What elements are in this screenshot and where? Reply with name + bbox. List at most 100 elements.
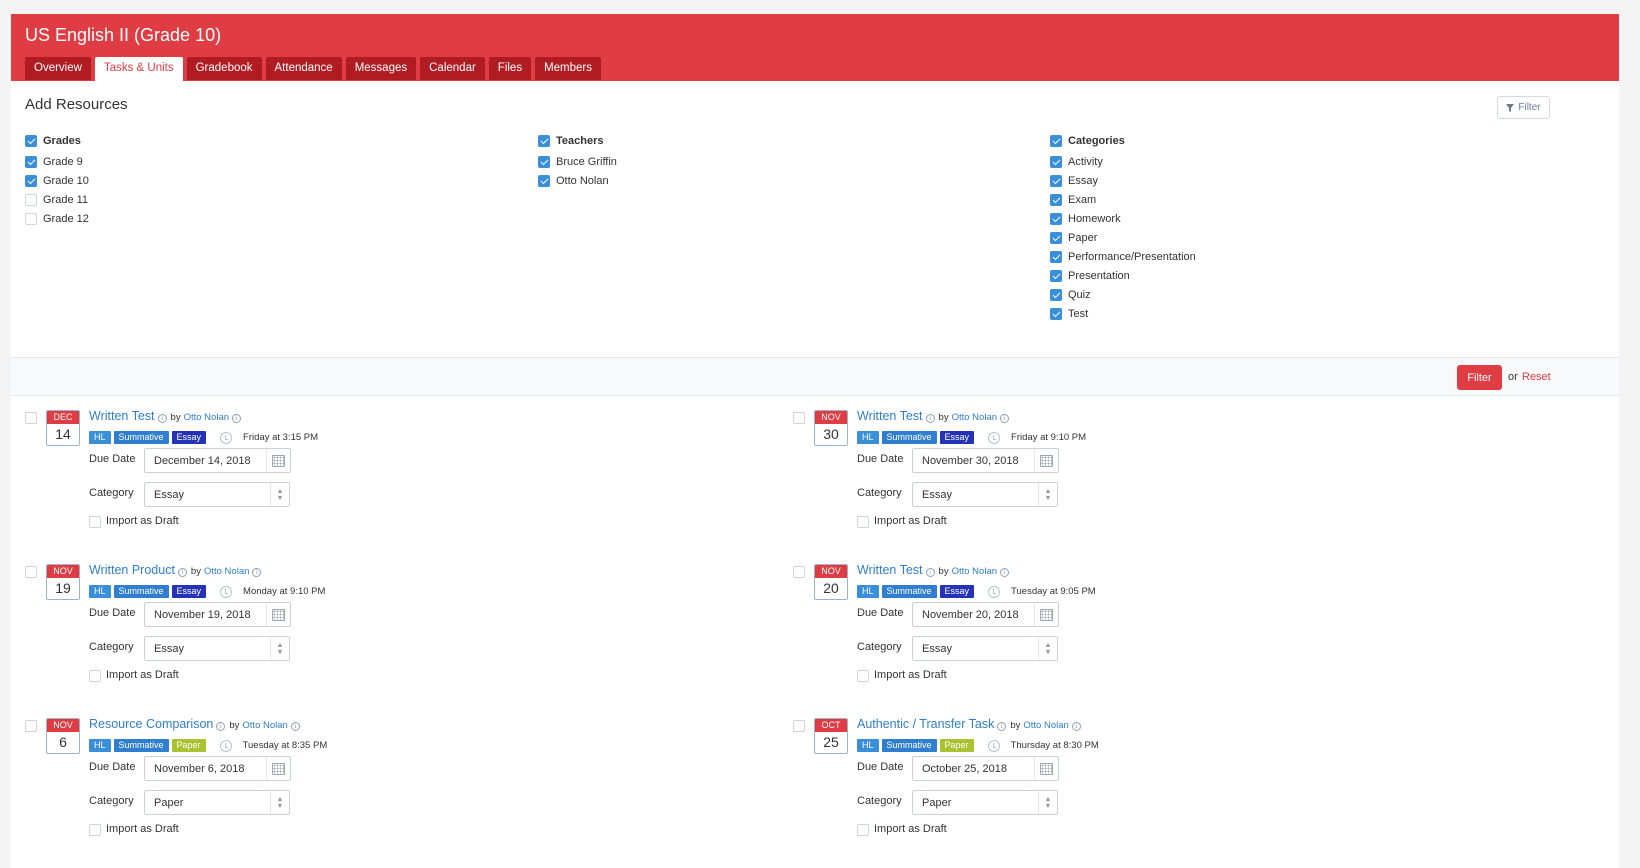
grades-option-checkbox[interactable] <box>25 155 37 168</box>
task-title-link[interactable]: Written Test <box>857 409 923 423</box>
task-select-checkbox[interactable] <box>25 566 37 578</box>
import-draft-checkbox[interactable] <box>89 516 101 528</box>
categories-option-checkbox[interactable] <box>1050 155 1062 168</box>
due-date-input[interactable]: December 14, 2018 <box>144 448 291 473</box>
info-icon[interactable]: i <box>1000 414 1010 423</box>
categories-option[interactable]: Activity <box>1050 152 1196 171</box>
info-icon[interactable]: i <box>1000 568 1010 577</box>
categories-option-checkbox[interactable] <box>1050 193 1062 206</box>
category-select[interactable]: Paper ▲ ▼ <box>912 790 1058 815</box>
apply-filter-button[interactable]: Filter <box>1457 365 1502 390</box>
author-link[interactable]: Otto Nolan <box>204 566 249 577</box>
due-date-input[interactable]: November 30, 2018 <box>912 448 1059 473</box>
categories-option-checkbox[interactable] <box>1050 212 1062 225</box>
author-link[interactable]: Otto Nolan <box>242 720 287 731</box>
info-icon[interactable]: i <box>252 568 262 577</box>
author-link[interactable]: Otto Nolan <box>1023 720 1068 731</box>
categories-option[interactable]: Presentation <box>1050 266 1196 285</box>
grades-all-checkbox[interactable] <box>25 134 37 147</box>
import-draft-checkbox[interactable] <box>89 670 101 682</box>
info-icon[interactable]: i <box>216 722 226 731</box>
calendar-icon[interactable] <box>1034 603 1058 626</box>
tab-files[interactable]: Files <box>488 57 532 80</box>
due-date-input[interactable]: November 19, 2018 <box>144 602 291 627</box>
teachers-all-checkbox[interactable] <box>538 134 550 147</box>
categories-option[interactable]: Paper <box>1050 228 1196 247</box>
task-title-link[interactable]: Written Test <box>89 409 155 423</box>
teachers-option[interactable]: Otto Nolan <box>538 171 617 190</box>
due-date-input[interactable]: November 6, 2018 <box>144 756 291 781</box>
teachers-option-checkbox[interactable] <box>538 174 550 187</box>
tab-calendar[interactable]: Calendar <box>420 57 485 80</box>
import-draft-checkbox[interactable] <box>857 670 869 682</box>
filter-toggle-button[interactable]: Filter <box>1497 96 1550 119</box>
teachers-header-row[interactable]: Teachers <box>538 129 617 152</box>
categories-option-checkbox[interactable] <box>1050 269 1062 282</box>
due-date-input[interactable]: November 20, 2018 <box>912 602 1059 627</box>
grades-option[interactable]: Grade 12 <box>25 209 89 228</box>
tab-members[interactable]: Members <box>535 57 602 80</box>
categories-option-checkbox[interactable] <box>1050 307 1062 320</box>
grades-option-checkbox[interactable] <box>25 193 37 206</box>
categories-option[interactable]: Performance/Presentation <box>1050 247 1196 266</box>
grades-option[interactable]: Grade 10 <box>25 171 89 190</box>
info-icon[interactable]: i <box>177 568 187 577</box>
task-select-checkbox[interactable] <box>793 566 805 578</box>
teachers-option[interactable]: Bruce Griffin <box>538 152 617 171</box>
task-title-link[interactable]: Written Test <box>857 563 923 577</box>
task-title-link[interactable]: Resource Comparison <box>89 717 213 731</box>
categories-option[interactable]: Test <box>1050 304 1196 323</box>
author-link[interactable]: Otto Nolan <box>952 412 997 423</box>
calendar-icon[interactable] <box>1034 757 1058 780</box>
author-link[interactable]: Otto Nolan <box>184 412 229 423</box>
task-select-checkbox[interactable] <box>25 720 37 732</box>
grades-option[interactable]: Grade 9 <box>25 152 89 171</box>
author-link[interactable]: Otto Nolan <box>952 566 997 577</box>
reset-link[interactable]: Reset <box>1522 371 1551 383</box>
info-icon[interactable]: i <box>1071 722 1081 731</box>
category-select[interactable]: Essay ▲ ▼ <box>912 636 1058 661</box>
categories-option-checkbox[interactable] <box>1050 231 1062 244</box>
info-icon[interactable]: i <box>232 414 242 423</box>
categories-all-checkbox[interactable] <box>1050 134 1062 147</box>
grades-option[interactable]: Grade 11 <box>25 190 89 209</box>
category-select[interactable]: Essay ▲ ▼ <box>912 482 1058 507</box>
import-draft-checkbox[interactable] <box>857 516 869 528</box>
info-icon[interactable]: i <box>925 414 935 423</box>
grades-option-checkbox[interactable] <box>25 174 37 187</box>
task-select-checkbox[interactable] <box>793 720 805 732</box>
import-draft-checkbox[interactable] <box>857 824 869 836</box>
calendar-icon[interactable] <box>1034 449 1058 472</box>
categories-option[interactable]: Homework <box>1050 209 1196 228</box>
categories-header-row[interactable]: Categories <box>1050 129 1196 152</box>
teachers-option-checkbox[interactable] <box>538 155 550 168</box>
task-select-checkbox[interactable] <box>25 412 37 424</box>
calendar-icon[interactable] <box>266 449 290 472</box>
calendar-icon[interactable] <box>266 757 290 780</box>
calendar-icon[interactable] <box>266 603 290 626</box>
grades-option-checkbox[interactable] <box>25 212 37 225</box>
tab-messages[interactable]: Messages <box>345 57 417 80</box>
categories-option-checkbox[interactable] <box>1050 250 1062 263</box>
categories-option[interactable]: Exam <box>1050 190 1196 209</box>
task-title-link[interactable]: Written Product <box>89 563 175 577</box>
category-select[interactable]: Essay ▲ ▼ <box>144 636 290 661</box>
tab-gradebook[interactable]: Gradebook <box>186 57 262 80</box>
info-icon[interactable]: i <box>157 414 167 423</box>
info-icon[interactable]: i <box>290 722 300 731</box>
categories-option-checkbox[interactable] <box>1050 174 1062 187</box>
category-select[interactable]: Essay ▲ ▼ <box>144 482 290 507</box>
tab-tasks-units[interactable]: Tasks & Units <box>94 57 183 81</box>
categories-option[interactable]: Essay <box>1050 171 1196 190</box>
task-title-link[interactable]: Authentic / Transfer Task <box>857 717 994 731</box>
info-icon[interactable]: i <box>925 568 935 577</box>
categories-option[interactable]: Quiz <box>1050 285 1196 304</box>
due-date-input[interactable]: October 25, 2018 <box>912 756 1059 781</box>
tab-overview[interactable]: Overview <box>25 57 91 80</box>
grades-header-row[interactable]: Grades <box>25 129 89 152</box>
info-icon[interactable]: i <box>997 722 1007 731</box>
task-select-checkbox[interactable] <box>793 412 805 424</box>
tab-attendance[interactable]: Attendance <box>265 57 342 80</box>
category-select[interactable]: Paper ▲ ▼ <box>144 790 290 815</box>
categories-option-checkbox[interactable] <box>1050 288 1062 301</box>
